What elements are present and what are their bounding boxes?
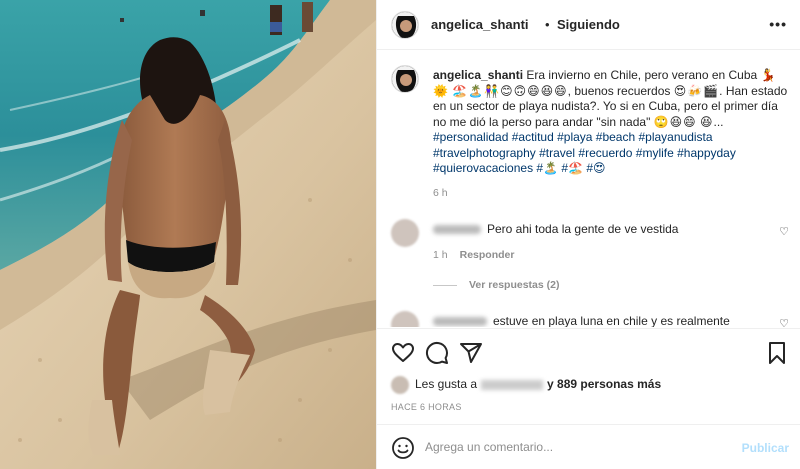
caption-ellipsis: ... [713,114,724,129]
post-photo[interactable] [0,0,376,469]
reply-button[interactable]: Responder [460,249,515,261]
comment-body: estuve en playa luna en chile y es realm… [433,314,730,327]
caption-emoji-4: 🙄😆😄 [653,114,697,129]
comment-input[interactable] [425,437,725,457]
comments-area[interactable]: angelica_shanti Era invierno en Chile, p… [377,51,800,327]
caption-emoji-3: 😍🍻🎬 [673,83,720,98]
posted-time[interactable]: HACE 6 HORAS [391,402,462,412]
author-username[interactable]: angelica_shanti [431,17,529,32]
following-button[interactable]: Siguiendo [557,17,620,32]
emoji-icon[interactable] [391,436,415,460]
author-avatar[interactable] [391,11,419,39]
caption-timestamp[interactable]: 6 h [433,187,448,199]
beach-image [0,0,376,469]
comment-time[interactable]: 1 h [433,249,448,261]
comment-meta: 1 h Responder [433,249,514,261]
liker-avatar [391,376,409,394]
caption-hashtag-emoji-1[interactable]: #🏝️ [536,161,558,175]
more-options-icon[interactable]: ••• [769,16,787,32]
view-replies-label[interactable]: Ver respuestas (2) [469,279,559,291]
comment-body: Pero ahi toda la gente de ve vestida [433,222,678,236]
caption-username[interactable]: angelica_shanti [433,68,523,82]
comment-heart-icon[interactable]: ♡ [779,317,789,327]
caption-hashtag-emoji-2[interactable]: #🏖️ [561,161,583,175]
bookmark-icon[interactable] [765,341,789,365]
replies-divider [433,284,457,286]
caption-part-1: Era invierno en Chile, pero verano en Cu… [526,68,758,82]
comment-text: estuve en playa luna en chile y es realm… [493,314,730,327]
commenter-avatar[interactable] [391,311,419,327]
likes-summary[interactable]: Les gusta a y 889 personas más [391,376,661,394]
comment-icon[interactable] [425,341,449,365]
comment-text: Pero ahi toda la gente de ve vestida [487,222,679,236]
caption-text: angelica_shanti Era invierno en Chile, p… [433,68,791,177]
publish-button[interactable]: Publicar [742,441,789,455]
liker-username[interactable] [481,380,544,390]
caption-avatar[interactable] [391,65,419,93]
caption-part-2: , buenos recuerdos [567,83,671,98]
caption-hashtag-emoji-3[interactable]: #😍 [586,161,605,175]
comment-heart-icon[interactable]: ♡ [779,225,789,238]
likes-count[interactable]: y 889 personas más [547,377,661,391]
action-bar [377,328,800,370]
commenter-username[interactable] [433,317,487,327]
header-separator: • [545,17,550,32]
caption-hashtags[interactable]: #personalidad #actitud #playa #beach #pl… [433,130,736,175]
post-modal: angelica_shanti • Siguiendo ••• angelica… [0,0,800,469]
commenter-username[interactable] [433,225,481,235]
caption-emoji-2: 🏖️🏝️👫😊🙃😄😆😄 [452,83,568,98]
view-replies[interactable]: Ver respuestas (2) [433,279,559,291]
likes-prefix: Les gusta a [415,377,478,392]
paper-plane-icon[interactable] [459,341,483,365]
commenter-avatar[interactable] [391,219,419,247]
post-header: angelica_shanti • Siguiendo ••• [377,0,800,50]
add-comment-bar: Publicar [377,424,800,469]
heart-icon[interactable] [391,341,415,365]
caption-emoji-5: 😆 [699,114,714,129]
post-side-panel: angelica_shanti • Siguiendo ••• angelica… [376,0,800,469]
